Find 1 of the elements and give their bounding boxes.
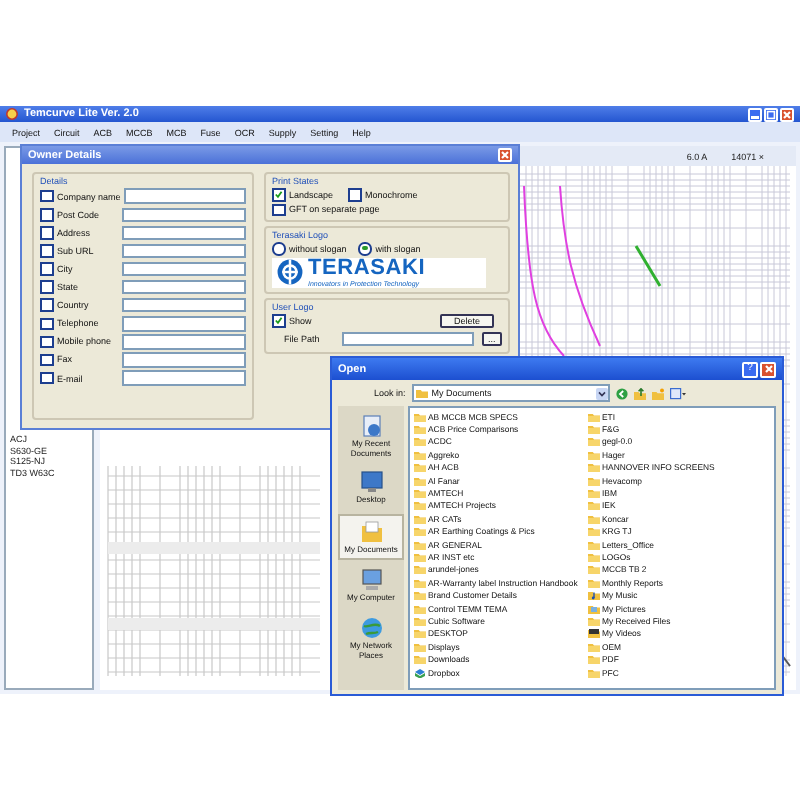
logo-text: TERASAKI bbox=[308, 257, 426, 279]
